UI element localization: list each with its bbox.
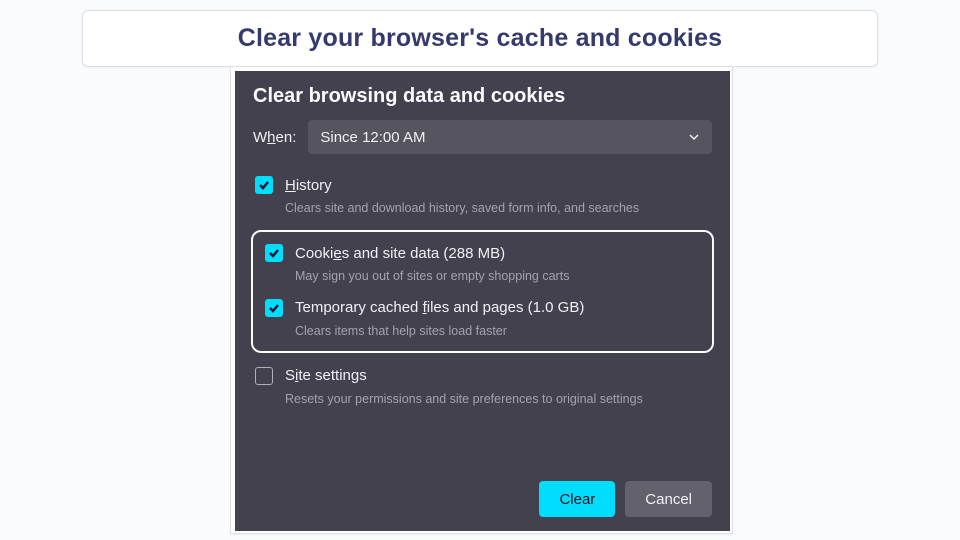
history-desc: Clears site and download history, saved … [285,200,712,216]
option-site-settings: Site settings Resets your permissions an… [253,367,712,407]
instruction-banner: Clear your browser's cache and cookies [82,10,878,67]
cache-desc: Clears items that help sites load faster [295,323,702,339]
option-cache: Temporary cached files and pages (1.0 GB… [263,299,702,339]
time-range-row: When: Since 12:00 AM [253,120,712,154]
site-settings-desc: Resets your permissions and site prefere… [285,391,712,407]
screenshot-card: Clear browsing data and cookies When: Si… [230,66,733,534]
cache-checkbox[interactable] [265,299,283,317]
chevron-down-icon [688,131,700,143]
check-icon [258,179,270,191]
when-label: When: [253,129,296,146]
instruction-text: Clear your browser's cache and cookies [238,24,723,53]
cookies-desc: May sign you out of sites or empty shopp… [295,268,702,284]
history-checkbox[interactable] [255,176,273,194]
time-range-select[interactable]: Since 12:00 AM [308,120,712,154]
cache-label[interactable]: Temporary cached files and pages (1.0 GB… [295,299,584,316]
option-history: History Clears site and download history… [253,176,712,216]
dialog-buttons: Clear Cancel [539,481,712,517]
option-cookies: Cookies and site data (288 MB) May sign … [263,244,702,284]
cookies-checkbox[interactable] [265,244,283,262]
clear-data-dialog: Clear browsing data and cookies When: Si… [235,71,730,531]
highlighted-options: Cookies and site data (288 MB) May sign … [251,230,714,353]
site-settings-label[interactable]: Site settings [285,367,367,384]
cookies-label[interactable]: Cookies and site data (288 MB) [295,245,505,262]
check-icon [268,302,280,314]
history-label[interactable]: History [285,177,332,194]
cancel-button[interactable]: Cancel [625,481,712,517]
site-settings-checkbox[interactable] [255,367,273,385]
time-range-value: Since 12:00 AM [320,129,425,146]
dialog-title: Clear browsing data and cookies [253,85,712,108]
clear-button[interactable]: Clear [539,481,615,517]
check-icon [268,247,280,259]
